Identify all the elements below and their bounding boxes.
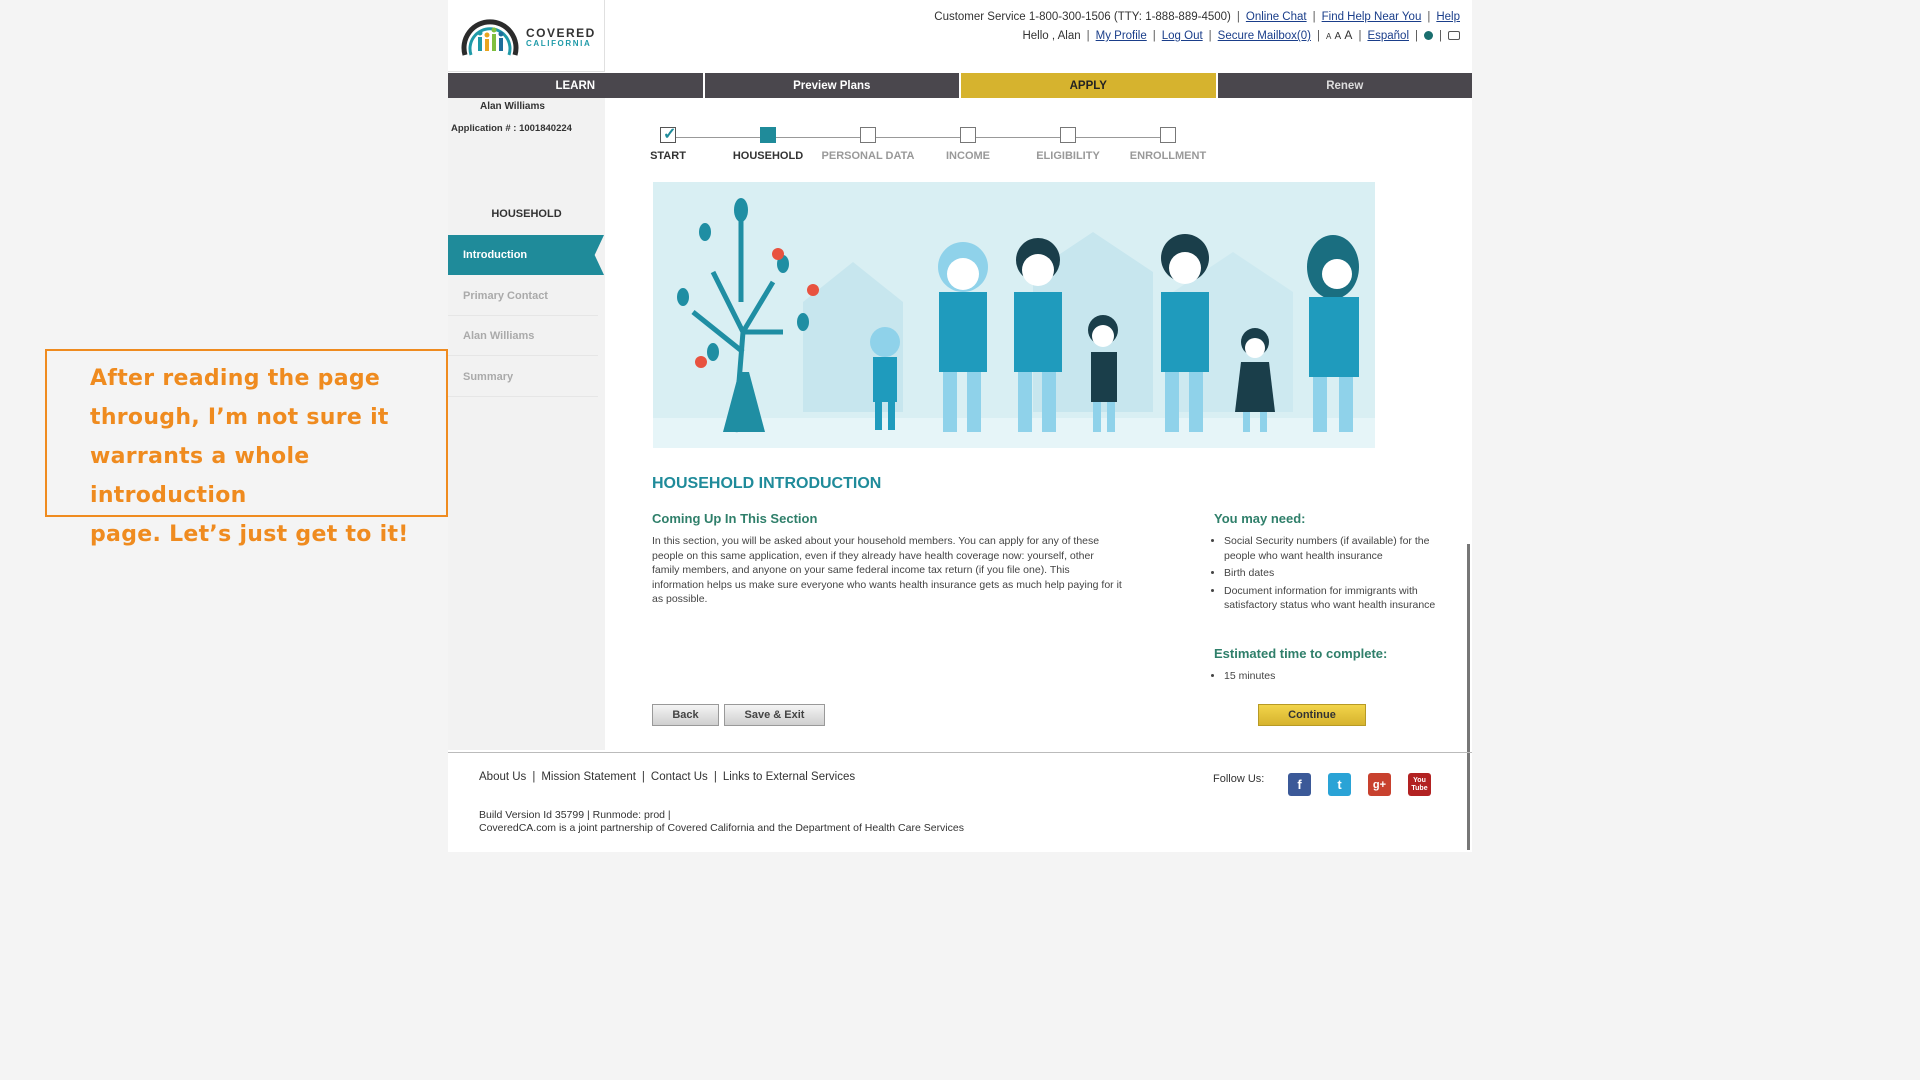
utility-bar-top: Customer Service 1-800-300-1506 (TTY: 1-… [934,11,1460,23]
progress-tracker: ✓ START HOUSEHOLD PERSONAL DATA INCOME E… [648,126,1206,167]
list-item: Document information for immigrants with… [1224,584,1454,613]
footer-links: About Us | Mission Statement | Contact Us | Li… [479,771,856,783]
logo-text-california: CALIFORNIA [526,39,592,48]
covered-california-logo-icon [461,19,519,56]
google-plus-icon[interactable]: g+ [1368,773,1391,796]
footer: About Us | Mission Statement | Contact Us | Li… [448,752,1472,853]
follow-us-label: Follow Us: [1213,773,1265,785]
font-size-controls: A A A [1326,28,1352,42]
nav-learn[interactable]: LEARN [448,73,705,98]
coming-up-text: In this section, you will be asked about… [652,535,1122,605]
checkmark-icon: ✓ [663,126,677,143]
coming-up-heading: Coming Up In This Section [652,511,818,526]
step-label: ENROLLMENT [1129,150,1207,162]
online-chat-link[interactable]: Online Chat [1246,11,1307,23]
nav-apply[interactable]: APPLY [961,73,1218,98]
list-item: 15 minutes [1224,669,1454,684]
main-nav: LEARN Preview Plans APPLY Renew [448,73,1472,98]
annotation-line: After reading the page [90,366,381,391]
globe-icon[interactable] [1424,31,1433,41]
footer-link-contact[interactable]: Contact Us [651,771,708,783]
step-checkbox [860,127,876,143]
find-help-link[interactable]: Find Help Near You [1322,11,1422,23]
espanol-link[interactable]: Español [1367,30,1409,42]
twitter-icon[interactable]: t [1328,773,1351,796]
list-item: Social Security numbers (if available) f… [1224,534,1454,563]
font-medium-button[interactable]: A [1335,31,1342,42]
sidebar-item-primary-contact[interactable]: Primary Contact [448,276,598,316]
customer-service-text: Customer Service 1-800-300-1506 (TTY: 1-… [934,11,1231,23]
footer-link-about[interactable]: About Us [479,771,526,783]
annotation-line: page. Let’s just get to it! [90,522,409,547]
print-icon[interactable] [1448,31,1460,41]
step-label: ELIGIBILITY [1036,150,1100,162]
you-may-need-heading: You may need: [1214,511,1306,526]
annotation-note: After reading the page through, I’m not … [45,349,448,547]
step-checkbox [1060,127,1076,143]
household-illustration [653,182,1375,448]
step-checkbox [1160,127,1176,143]
page: COVERED CALIFORNIA Customer Service 1-80… [448,0,1472,852]
logo[interactable]: COVERED CALIFORNIA [448,0,605,72]
estimated-time-heading: Estimated time to complete: [1214,646,1388,661]
page-title: HOUSEHOLD INTRODUCTION [652,475,882,492]
application-number: Application # : 1001840224 [451,123,572,134]
step-label: PERSONAL DATA [821,150,915,162]
youtube-icon[interactable]: You Tube [1408,773,1431,796]
you-may-need-list: Social Security numbers (if available) f… [1212,534,1454,616]
greeting-text: Hello , Alan [1022,30,1081,42]
applicant-name: Alan Williams [480,101,545,112]
list-item: Birth dates [1224,566,1454,581]
build-version: Build Version Id 35799 | Runmode: prod | [479,809,671,821]
utility-bar-bottom: Hello , Alan | My Profile | Log Out | Secure M… [1022,28,1460,42]
step-label: HOUSEHOLD [732,150,804,162]
sidebar-item-alan-williams[interactable]: Alan Williams [448,316,598,356]
facebook-icon[interactable]: f [1288,773,1311,796]
footer-link-mission[interactable]: Mission Statement [541,771,636,783]
sidebar-item-summary[interactable]: Summary [448,357,598,397]
annotation-line: warrants a whole introduction [90,444,310,508]
log-out-link[interactable]: Log Out [1162,30,1203,42]
step-income: INCOME [918,127,1018,162]
nav-preview-plans[interactable]: Preview Plans [704,73,961,98]
sidebar-item-introduction[interactable]: Introduction [448,235,604,275]
step-eligibility: ELIGIBILITY [1018,127,1118,162]
step-enrollment: ENROLLMENT [1118,127,1218,162]
step-household: HOUSEHOLD [718,127,818,162]
step-personal-data: PERSONAL DATA [818,127,918,162]
step-checkbox [760,127,776,143]
step-checkbox: ✓ [660,126,677,143]
step-start: ✓ START [618,126,718,162]
step-checkbox [960,127,976,143]
continue-button[interactable]: Continue [1258,704,1366,726]
back-button[interactable]: Back [652,704,719,726]
save-exit-button[interactable]: Save & Exit [724,704,825,726]
annotation-line: through, I’m not sure it [90,405,389,430]
estimated-time-list: 15 minutes [1212,669,1454,687]
step-label: INCOME [946,150,990,162]
nav-renew[interactable]: Renew [1217,73,1472,98]
sidebar: Alan Williams Application # : 1001840224… [448,98,605,750]
step-label: START [650,150,686,162]
family-illustration-icon [653,182,1375,448]
sidebar-section-title: HOUSEHOLD [491,208,562,220]
secure-mailbox-link[interactable]: Secure Mailbox(0) [1218,30,1311,42]
help-link[interactable]: Help [1436,11,1460,23]
partnership-text: CoveredCA.com is a joint partnership of … [479,822,964,834]
font-large-button[interactable]: A [1344,28,1352,42]
font-small-button[interactable]: A [1326,32,1331,41]
footer-link-external[interactable]: Links to External Services [723,771,855,783]
logo-text-covered: COVERED [526,26,596,40]
my-profile-link[interactable]: My Profile [1096,30,1147,42]
